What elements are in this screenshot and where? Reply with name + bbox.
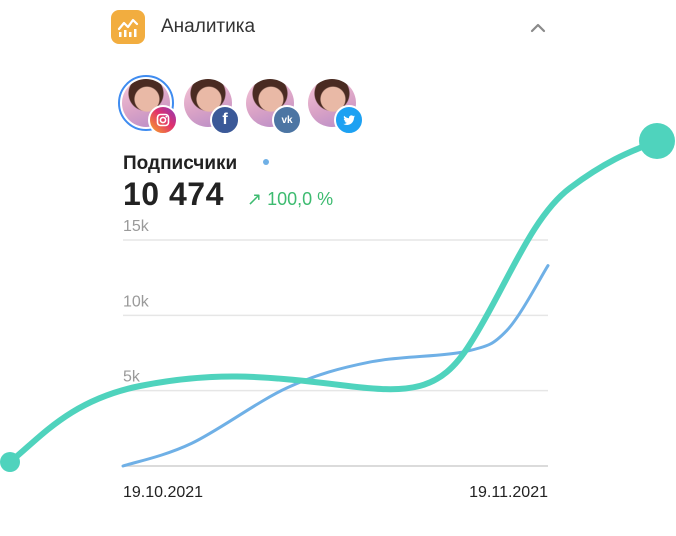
highlight-start-dot xyxy=(0,452,20,472)
subscribers-chart: 5k 10k 15k 19.10.2021 19.11.2021 xyxy=(0,123,675,501)
y-tick-label: 10k xyxy=(123,293,150,310)
x-axis-label-start: 19.10.2021 xyxy=(123,484,203,501)
y-tick-label: 15k xyxy=(123,218,150,235)
y-tick-label: 5k xyxy=(123,369,141,386)
decorative-highlight-curve xyxy=(7,138,660,465)
highlight-end-dot xyxy=(639,123,675,159)
x-axis-label-end: 19.11.2021 xyxy=(469,484,548,501)
subscribers-series-line xyxy=(121,264,550,468)
